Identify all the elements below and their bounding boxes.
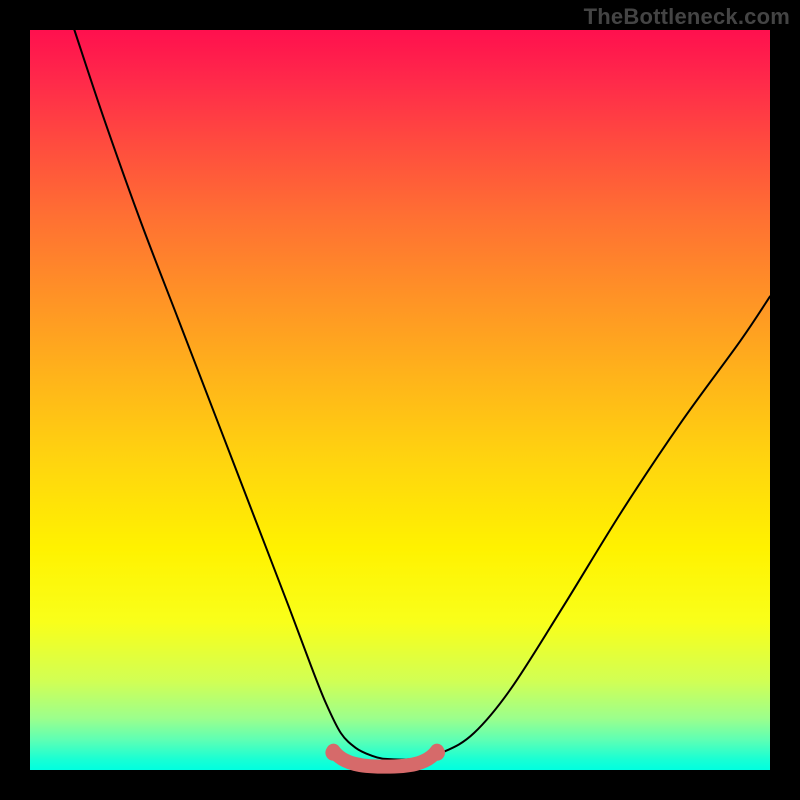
chart-frame: TheBottleneck.com [0, 0, 800, 800]
watermark-text: TheBottleneck.com [584, 4, 790, 30]
sweet-spot-endpoint-right [429, 745, 445, 761]
bottleneck-curve-line [74, 30, 770, 760]
curve-svg [30, 30, 770, 770]
plot-area [30, 30, 770, 770]
sweet-spot-endpoint-left [325, 745, 341, 761]
